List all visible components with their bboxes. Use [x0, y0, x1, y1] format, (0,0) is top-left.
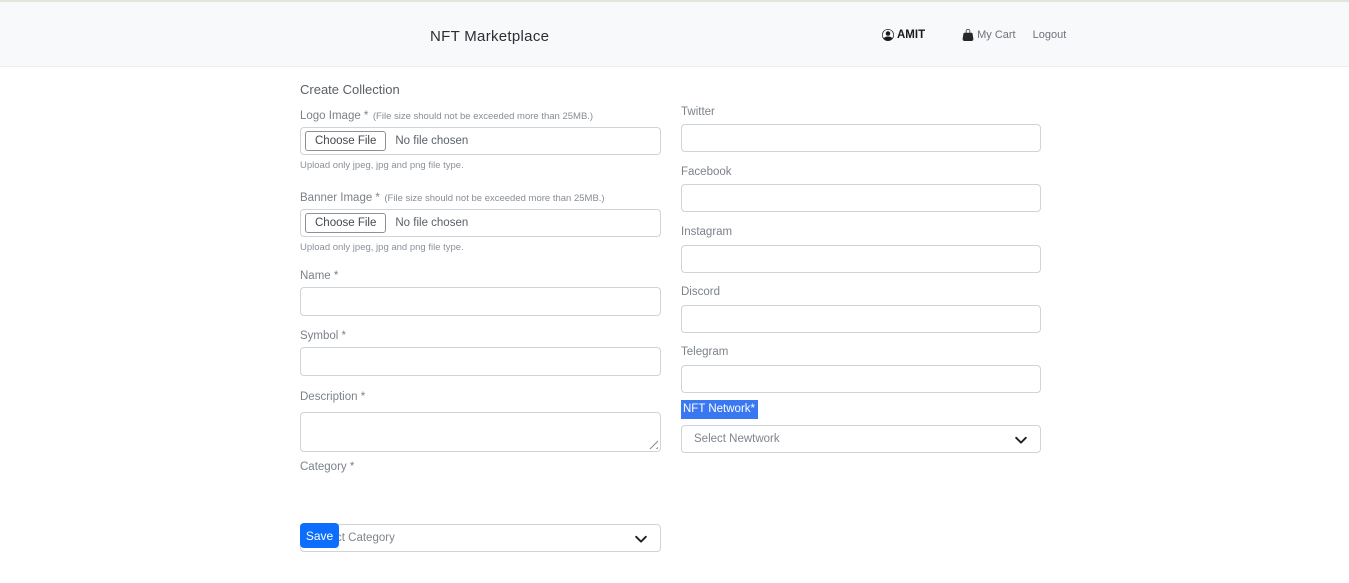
logo-choose-file-button[interactable]: Choose File	[305, 131, 386, 151]
logo-image-label-row: Logo Image * (File size should not be ex…	[300, 106, 593, 124]
discord-label: Discord	[681, 286, 720, 298]
header-nav: AMIT My Cart Logout	[882, 29, 1066, 41]
logo-upload-hint: Upload only jpeg, jpg and png file type.	[300, 160, 464, 171]
page-title: Create Collection	[300, 82, 400, 97]
banner-upload-hint: Upload only jpeg, jpg and png file type.	[300, 242, 464, 253]
logo-file-input[interactable]: Choose File No file chosen	[300, 127, 661, 155]
telegram-label: Telegram	[681, 346, 728, 358]
twitter-input[interactable]	[681, 124, 1041, 152]
logout-link[interactable]: Logout	[1033, 29, 1067, 41]
logo-image-size-note: (File size should not be exceeded more t…	[373, 111, 593, 122]
chevron-down-icon	[634, 532, 648, 546]
my-cart-label: My Cart	[977, 29, 1016, 41]
logo-image-label: Logo Image *	[300, 110, 368, 122]
description-textarea[interactable]	[300, 412, 661, 452]
twitter-label: Twitter	[681, 106, 715, 118]
chevron-down-icon	[1014, 433, 1028, 447]
user-menu[interactable]: AMIT	[882, 29, 925, 41]
description-field-wrap	[300, 412, 661, 452]
nft-network-select[interactable]: Select Newtwork	[681, 425, 1041, 453]
facebook-label: Facebook	[681, 166, 732, 178]
logout-label: Logout	[1033, 29, 1067, 41]
symbol-input[interactable]	[300, 347, 661, 376]
user-name: AMIT	[897, 29, 925, 41]
banner-file-status: No file chosen	[395, 217, 468, 229]
nft-network-label-row: NFT Network*	[681, 399, 758, 419]
telegram-input[interactable]	[681, 365, 1041, 393]
symbol-label: Symbol *	[300, 330, 346, 342]
instagram-input[interactable]	[681, 245, 1041, 273]
logo-file-status: No file chosen	[395, 135, 468, 147]
category-label: Category *	[300, 461, 354, 473]
facebook-input[interactable]	[681, 184, 1041, 212]
banner-image-size-note: (File size should not be exceeded more t…	[384, 193, 604, 204]
nft-network-label: NFT Network*	[681, 400, 758, 419]
save-button[interactable]: Save	[300, 523, 339, 548]
name-input[interactable]	[300, 287, 661, 316]
cart-bag-icon	[962, 29, 974, 41]
page: NFT Marketplace AMIT My Cart Logout Crea…	[0, 0, 1349, 583]
header: NFT Marketplace AMIT My Cart Logout	[0, 0, 1349, 67]
banner-image-label-row: Banner Image * (File size should not be …	[300, 188, 605, 206]
instagram-label: Instagram	[681, 226, 732, 238]
form-left-column: Logo Image * (File size should not be ex…	[300, 0, 661, 68]
banner-file-input[interactable]: Choose File No file chosen	[300, 209, 661, 237]
name-label: Name *	[300, 270, 338, 282]
form-right-column: Twitter Facebook Instagram Discord Teleg…	[681, 0, 1041, 28]
banner-choose-file-button[interactable]: Choose File	[305, 213, 386, 233]
my-cart-link[interactable]: My Cart	[962, 29, 1016, 41]
discord-input[interactable]	[681, 305, 1041, 333]
banner-image-label: Banner Image *	[300, 192, 380, 204]
description-label: Description *	[300, 391, 365, 403]
nft-network-selected-value: Select Newtwork	[694, 433, 780, 445]
category-select[interactable]: Select Category	[300, 524, 661, 552]
user-icon	[882, 29, 894, 41]
